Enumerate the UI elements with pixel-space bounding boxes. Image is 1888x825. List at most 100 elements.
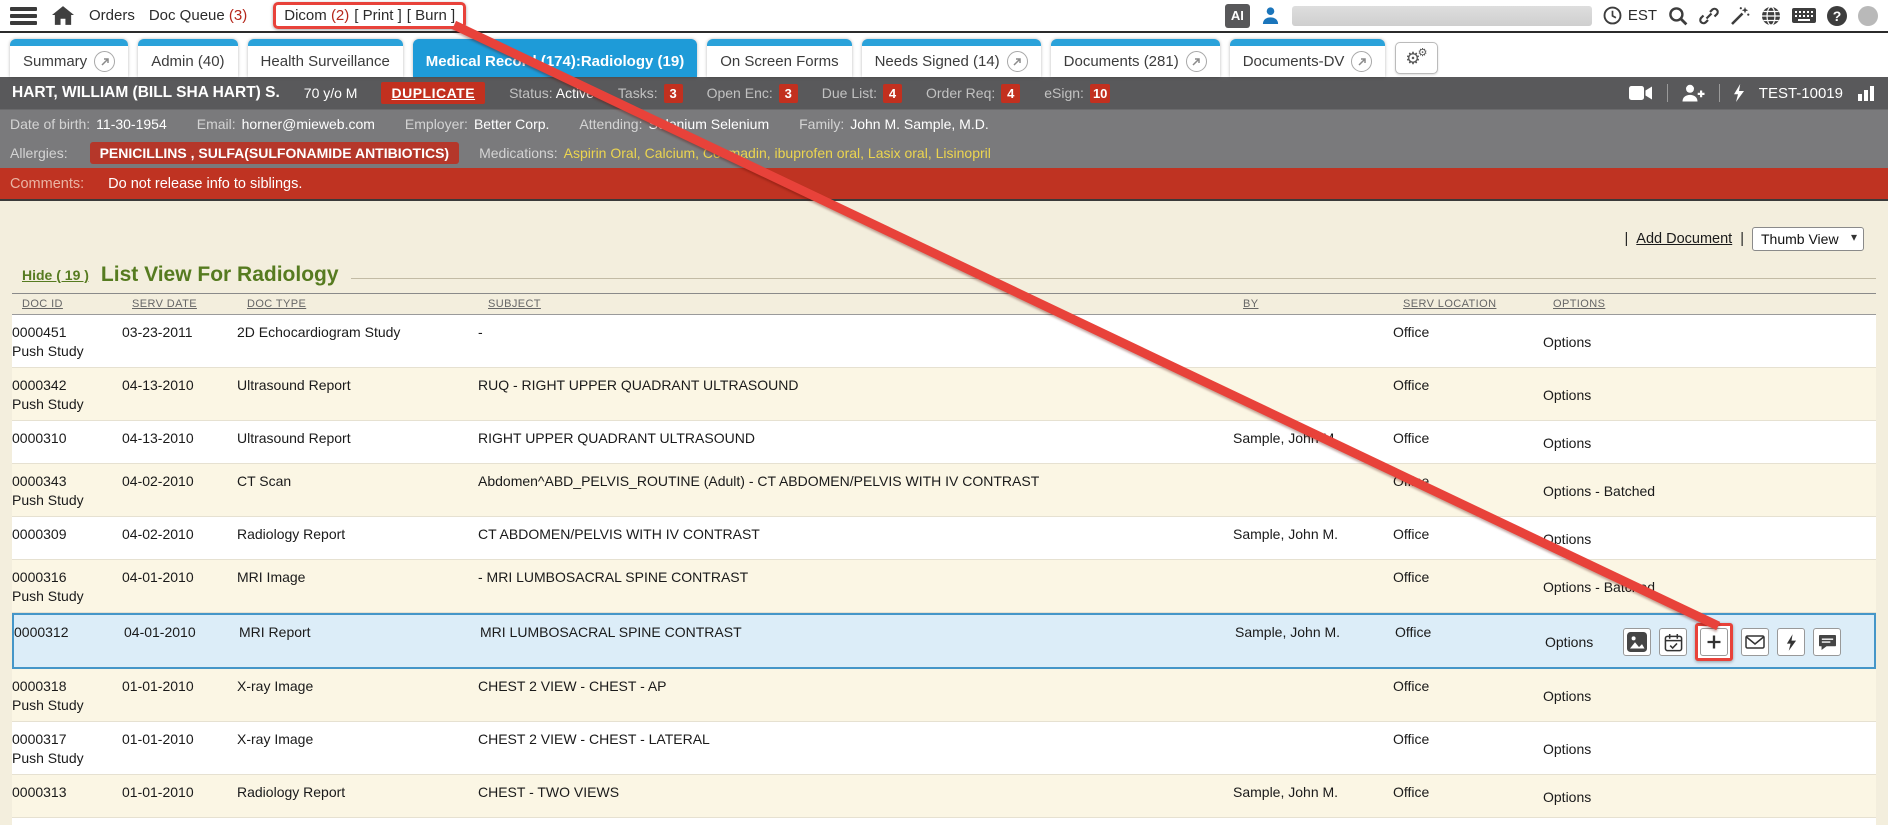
nav-orders[interactable]: Orders xyxy=(89,7,135,24)
esign-counter[interactable]: eSign:10 xyxy=(1044,84,1110,103)
bar-chart-icon[interactable] xyxy=(1856,83,1876,103)
table-row[interactable]: 000031004-13-2010Ultrasound ReportRIGHT … xyxy=(12,421,1876,464)
dob-field: Date of birth:11-30-1954 xyxy=(10,116,167,132)
ai-badge[interactable]: AI xyxy=(1225,4,1250,28)
column-header-by[interactable]: BY xyxy=(1243,298,1403,310)
options-link[interactable]: Options xyxy=(1545,633,1593,652)
table-row[interactable]: 0000451Push Study03-23-20112D Echocardio… xyxy=(12,315,1876,368)
hamburger-icon[interactable] xyxy=(10,7,37,25)
cell-doc-id: 0000316Push Study xyxy=(12,568,122,606)
table-body: 0000451Push Study03-23-20112D Echocardio… xyxy=(12,315,1876,825)
cell-doc-id: 0000312 xyxy=(14,623,124,661)
tab-summary[interactable]: Summary xyxy=(10,39,128,77)
chat-button[interactable] xyxy=(1813,628,1841,656)
cell-subject: CHEST - TWO VIEWS xyxy=(478,783,1233,811)
divider xyxy=(1667,84,1668,102)
clock-icon[interactable] xyxy=(1603,6,1623,26)
cell-doc-type: Ultrasound Report xyxy=(237,376,478,414)
chart-tabs: Summary Admin (40) Health Surveillance M… xyxy=(0,33,1888,77)
plus-annotation-box xyxy=(1695,623,1733,661)
help-icon[interactable]: ? xyxy=(1827,6,1847,26)
doc-id: 0000312 xyxy=(14,623,116,642)
table-row[interactable]: 0000342Push Study04-13-2010Ultrasound Re… xyxy=(12,368,1876,421)
dicom-burn-link[interactable]: [ Burn ] xyxy=(407,7,455,24)
main-content: | Add Document | Thumb View Hide ( 19 ) … xyxy=(0,227,1888,825)
options-link[interactable]: Options xyxy=(1543,788,1591,807)
dicom-print-link[interactable]: [ Print ] xyxy=(354,7,402,24)
options-link[interactable]: Options xyxy=(1543,687,1591,706)
doc-id-subtext: Push Study xyxy=(12,587,114,606)
due-list-counter[interactable]: Due List:4 xyxy=(822,84,902,103)
allergies-badge[interactable]: PENICILLINS , SULFA(SULFONAMIDE ANTIBIOT… xyxy=(90,142,459,164)
cell-options: Options xyxy=(1543,740,1876,759)
cell-serv-location: Office xyxy=(1393,730,1543,768)
tab-on-screen-forms[interactable]: On Screen Forms xyxy=(707,39,851,77)
cell-doc-type: MRI Image xyxy=(237,568,478,606)
cell-subject: - xyxy=(478,323,1233,361)
add-document-link[interactable]: Add Document xyxy=(1636,231,1732,247)
options-link[interactable]: Options xyxy=(1543,530,1591,549)
envelope-button[interactable] xyxy=(1741,628,1769,656)
tab-settings-button[interactable]: ⚙⚙ xyxy=(1395,42,1437,74)
column-header-serv-location[interactable]: SERV LOCATION xyxy=(1403,298,1553,310)
calendar-check-icon xyxy=(1664,633,1683,652)
hide-link[interactable]: Hide ( 19 ) xyxy=(22,267,89,283)
lightning-button[interactable] xyxy=(1777,628,1805,656)
view-select[interactable]: Thumb View xyxy=(1752,227,1864,251)
tab-admin[interactable]: Admin (40) xyxy=(138,39,237,77)
column-header-options[interactable]: OPTIONS xyxy=(1553,298,1876,310)
search-icon[interactable] xyxy=(1668,6,1688,26)
options-link[interactable]: Options xyxy=(1543,333,1591,352)
video-camera-icon[interactable] xyxy=(1629,83,1654,103)
table-header-row: DOC ID SERV DATE DOC TYPE SUBJECT BY SER… xyxy=(12,293,1876,315)
cell-doc-type: X-ray Image xyxy=(237,677,478,715)
table-row[interactable]: 0000318Push Study01-01-2010X-ray ImageCH… xyxy=(12,669,1876,722)
calendar-check-button[interactable] xyxy=(1659,628,1687,656)
image-button[interactable] xyxy=(1623,628,1651,656)
options-link[interactable]: Options - Batched xyxy=(1543,578,1655,597)
options-link[interactable]: Options - Batched xyxy=(1543,482,1655,501)
home-icon[interactable] xyxy=(51,5,75,27)
column-header-serv-date[interactable]: SERV DATE xyxy=(132,298,247,310)
column-header-subject[interactable]: SUBJECT xyxy=(488,298,1243,310)
tab-documents[interactable]: Documents (281) xyxy=(1051,39,1220,77)
tab-medical-record-radiology[interactable]: Medical Record (174):Radiology (19) xyxy=(413,39,697,77)
link-icon[interactable] xyxy=(1699,6,1719,26)
keyboard-icon[interactable] xyxy=(1792,6,1816,26)
column-header-doc-id[interactable]: DOC ID xyxy=(22,298,132,310)
table-row[interactable]: 000031204-01-2010MRI ReportMRI LUMBOSACR… xyxy=(12,613,1876,669)
table-row[interactable]: 000030904-02-2010Radiology ReportCT ABDO… xyxy=(12,517,1876,560)
dicom-count: (2) xyxy=(331,7,349,24)
options-link[interactable]: Options xyxy=(1543,386,1591,405)
plus-button[interactable] xyxy=(1700,628,1728,656)
avatar-circle[interactable] xyxy=(1858,6,1878,26)
globe-icon[interactable] xyxy=(1761,6,1781,26)
tasks-counter[interactable]: Tasks:3 xyxy=(618,84,683,103)
tab-health-surveillance[interactable]: Health Surveillance xyxy=(248,39,403,77)
nav-doc-queue[interactable]: Doc Queue (3) xyxy=(149,7,247,24)
document-toolbar: | Add Document | Thumb View xyxy=(0,227,1864,251)
table-row[interactable]: 000010011-06-2009Ultrasound ReportSeleni… xyxy=(12,818,1876,825)
tab-needs-signed[interactable]: Needs Signed (14) xyxy=(862,39,1041,77)
wand-icon[interactable] xyxy=(1730,6,1750,26)
tab-documents-dv[interactable]: Documents-DV xyxy=(1230,39,1386,77)
table-row[interactable]: 000031301-01-2010Radiology ReportCHEST -… xyxy=(12,775,1876,818)
nav-dicom[interactable]: Dicom (2) xyxy=(284,7,349,24)
duplicate-badge[interactable]: DUPLICATE xyxy=(381,82,485,104)
cell-serv-date: 04-01-2010 xyxy=(122,568,237,606)
order-req-counter[interactable]: Order Req:4 xyxy=(926,84,1020,103)
cell-subject: CHEST 2 VIEW - CHEST - AP xyxy=(478,677,1233,715)
user-icon[interactable] xyxy=(1261,6,1281,26)
lightning-icon xyxy=(1786,634,1797,651)
table-row[interactable]: 0000343Push Study04-02-2010CT ScanAbdome… xyxy=(12,464,1876,517)
options-link[interactable]: Options xyxy=(1543,434,1591,453)
column-header-doc-type[interactable]: DOC TYPE xyxy=(247,298,488,310)
table-row[interactable]: 0000316Push Study04-01-2010MRI Image- MR… xyxy=(12,560,1876,613)
add-person-icon[interactable] xyxy=(1681,83,1706,103)
open-enc-counter[interactable]: Open Enc:3 xyxy=(707,84,798,103)
pipe: | xyxy=(1625,231,1629,247)
lightning-icon[interactable] xyxy=(1733,83,1746,103)
options-link[interactable]: Options xyxy=(1543,740,1591,759)
table-row[interactable]: 0000317Push Study01-01-2010X-ray ImageCH… xyxy=(12,722,1876,775)
external-link-icon xyxy=(1351,51,1372,72)
